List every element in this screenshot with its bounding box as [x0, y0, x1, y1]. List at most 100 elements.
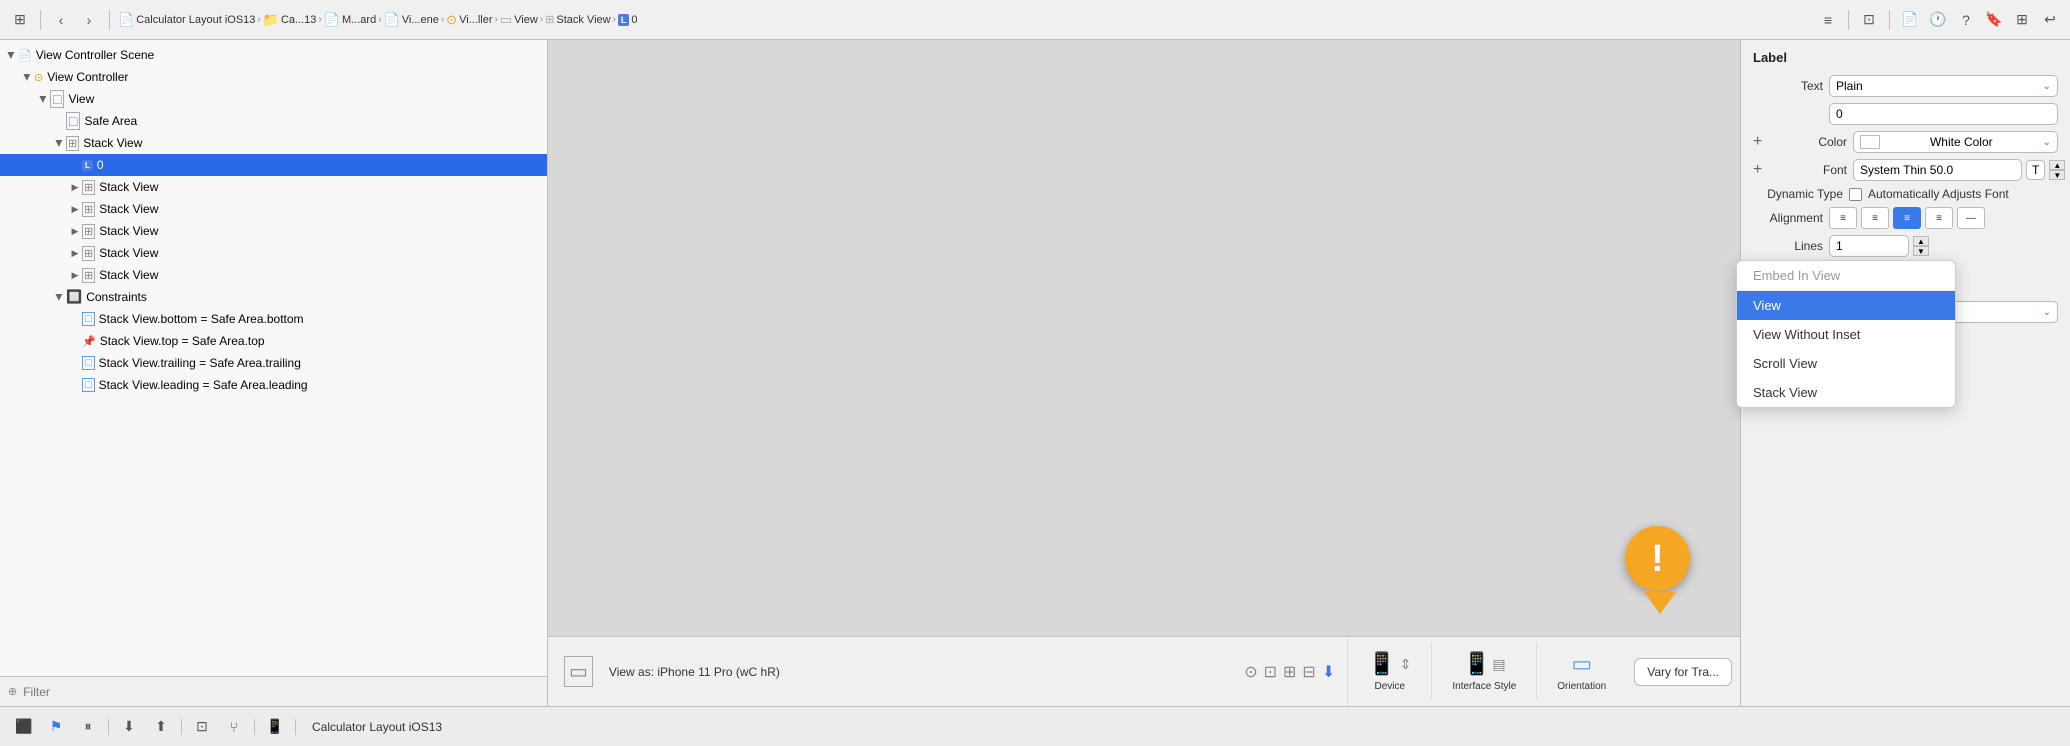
font-stepper-up[interactable]: ▲	[2049, 160, 2065, 170]
sv4-arrow: ▶	[68, 248, 82, 259]
breadcrumb-sep-6: ›	[540, 14, 543, 25]
breadcrumb-item-1[interactable]: 📄 Calculator Layout iOS13	[118, 12, 255, 28]
text-field-label: Text	[1753, 79, 1823, 93]
font-stepper-down[interactable]: ▼	[2049, 170, 2065, 180]
dropdown-item-view[interactable]: View	[1737, 291, 1955, 320]
font-stepper[interactable]: ▲ ▼	[2049, 160, 2065, 180]
nav-item-sv2[interactable]: ▶ ⊞ Stack View	[0, 198, 547, 220]
nav-item-c4[interactable]: □ Stack View.leading = Safe Area.leading	[0, 374, 547, 396]
sv5-label: Stack View	[99, 268, 158, 282]
font-field-row: + Font T ▲ ▼	[1753, 159, 2058, 181]
clock-icon[interactable]: 🕐	[1926, 8, 1950, 32]
breadcrumb-item-5[interactable]: ⊙ Vi...ller	[446, 12, 492, 28]
sv1-label: Stack View	[99, 180, 158, 194]
nav-tree: ▶ 📄 View Controller Scene ▶ ⊙ View Contr…	[0, 40, 547, 676]
dropdown-item-view-without-inset[interactable]: View Without Inset	[1737, 320, 1955, 349]
lines-stepper-down[interactable]: ▼	[1913, 246, 1929, 256]
breadcrumb-item-6[interactable]: ▭ View	[500, 12, 538, 28]
align-left-button[interactable]: ≡	[1829, 207, 1857, 229]
bottom-sep-1	[108, 719, 109, 735]
warning-pin-point	[1644, 592, 1676, 614]
nav-item-view[interactable]: ▶ □ View	[0, 88, 547, 110]
stackview-main-icon: ⊞	[66, 136, 79, 151]
warning-circle: !	[1625, 526, 1690, 591]
color-plus: +	[1753, 133, 1769, 151]
dropdown-item-scroll-view[interactable]: Scroll View	[1737, 349, 1955, 378]
file-icon-r[interactable]: 📄	[1898, 8, 1922, 32]
breadcrumb-item-4[interactable]: 📄 Vi...ene	[384, 12, 439, 28]
back-button[interactable]: ‹	[49, 8, 73, 32]
canvas-refresh-icon[interactable]: ⊙	[1244, 662, 1257, 682]
breadcrumb-item-8[interactable]: L 0	[618, 14, 638, 26]
bottom-filename: Calculator Layout iOS13	[312, 720, 442, 734]
lines-icon[interactable]: ≡	[1816, 8, 1840, 32]
breadcrumb-item-3[interactable]: 📄 M...ard	[324, 12, 376, 28]
forward-button[interactable]: ›	[77, 8, 101, 32]
nav-item-label-0[interactable]: L 0	[0, 154, 547, 176]
canvas-fit-icon[interactable]: ⊡	[1264, 662, 1277, 682]
bottom-panel-icon[interactable]: ⊡	[190, 715, 214, 739]
align-center-left-button[interactable]: ≡	[1861, 207, 1889, 229]
bottom-flag-icon[interactable]: ⚑	[44, 715, 68, 739]
filter-icon: ⊕	[8, 685, 17, 698]
align-center-right-button[interactable]: ≡	[1925, 207, 1953, 229]
device-selector[interactable]: 📱 ⇕ Device	[1348, 643, 1432, 700]
interface-style-icon: 📱 ▤	[1463, 651, 1506, 677]
inspector-icon[interactable]: ⊞	[2010, 8, 2034, 32]
panel-toggle-icon[interactable]: ▭	[564, 656, 593, 687]
nav-item-vc[interactable]: ▶ ⊙ View Controller	[0, 66, 547, 88]
bottom-branch-icon[interactable]: ⑂	[222, 715, 246, 739]
font-T-button[interactable]: T	[2026, 160, 2045, 180]
nav-item-scene[interactable]: ▶ 📄 View Controller Scene	[0, 44, 547, 66]
lines-stepper-up[interactable]: ▲	[1913, 236, 1929, 246]
dynamic-type-checkbox[interactable]	[1849, 188, 1862, 201]
back-icon[interactable]: ↩	[2038, 8, 2062, 32]
panel-toggle[interactable]: ▭	[556, 656, 601, 687]
sv5-arrow: ▶	[68, 270, 82, 281]
bookmark-icon[interactable]: 🔖	[1982, 8, 2006, 32]
sv1-icon: ⊞	[82, 180, 95, 195]
align-right-button[interactable]: —	[1957, 207, 1985, 229]
nav-item-c2[interactable]: 📌 Stack View.top = Safe Area.top	[0, 330, 547, 352]
align-center-button[interactable]: ≡	[1893, 207, 1921, 229]
lines-stepper[interactable]: ▲ ▼	[1913, 236, 1929, 256]
nav-item-c3[interactable]: □ Stack View.trailing = Safe Area.traili…	[0, 352, 547, 374]
nav-item-sv3[interactable]: ▶ ⊞ Stack View	[0, 220, 547, 242]
bottom-dl-icon[interactable]: ⬇	[117, 715, 141, 739]
bottom-sep-4	[295, 719, 296, 735]
toolbar-separator-1	[40, 10, 41, 30]
panel-icon[interactable]: ⊡	[1857, 8, 1881, 32]
canvas-arrange-icon[interactable]: ⊟	[1302, 662, 1315, 682]
orientation-selector[interactable]: ▭ Orientation	[1537, 643, 1626, 700]
bottom-pause-icon[interactable]: ⏸	[76, 715, 100, 739]
dropdown-header: Embed In View	[1737, 261, 1955, 291]
nav-item-sv1[interactable]: ▶ ⊞ Stack View	[0, 176, 547, 198]
font-input-field[interactable]	[1853, 159, 2022, 181]
canvas-download-icon[interactable]: ⬇	[1322, 662, 1335, 682]
bottom-ul-icon[interactable]: ⬆	[149, 715, 173, 739]
breadcrumb-sep-4: ›	[441, 14, 444, 25]
sv3-arrow: ▶	[68, 226, 82, 237]
text-input-field[interactable]	[1829, 103, 2058, 125]
filter-input[interactable]	[23, 685, 539, 699]
grid-icon[interactable]: ⊞	[8, 8, 32, 32]
breadcrumb-item-2[interactable]: 📁 Ca...13	[263, 12, 317, 28]
nav-item-constraints-folder[interactable]: ▶ 🔲 Constraints	[0, 286, 547, 308]
bottom-device-icon[interactable]: 📱	[263, 715, 287, 739]
canvas-zoom-icon[interactable]: ⊞	[1283, 662, 1296, 682]
nav-item-c1[interactable]: □ Stack View.bottom = Safe Area.bottom	[0, 308, 547, 330]
breadcrumb-item-7[interactable]: ⊞ Stack View	[545, 13, 610, 26]
nav-item-stackview-main[interactable]: ▶ ⊞ Stack View	[0, 132, 547, 154]
bottom-expand-icon[interactable]: ⬛	[12, 715, 36, 739]
nav-item-sv4[interactable]: ▶ ⊞ Stack View	[0, 242, 547, 264]
nav-item-safearea[interactable]: □ Safe Area	[0, 110, 547, 132]
interface-style-selector[interactable]: 📱 ▤ Interface Style	[1432, 643, 1537, 700]
nav-item-sv5[interactable]: ▶ ⊞ Stack View	[0, 264, 547, 286]
text-type-select[interactable]: Plain ⌄	[1829, 75, 2058, 97]
question-icon[interactable]: ?	[1954, 8, 1978, 32]
dropdown-item-stack-view[interactable]: Stack View	[1737, 378, 1955, 407]
lines-input[interactable]	[1829, 235, 1909, 257]
color-select[interactable]: White Color ⌄	[1853, 131, 2058, 153]
vary-button[interactable]: Vary for Tra...	[1634, 658, 1732, 686]
alignment-field-label: Alignment	[1753, 211, 1823, 225]
